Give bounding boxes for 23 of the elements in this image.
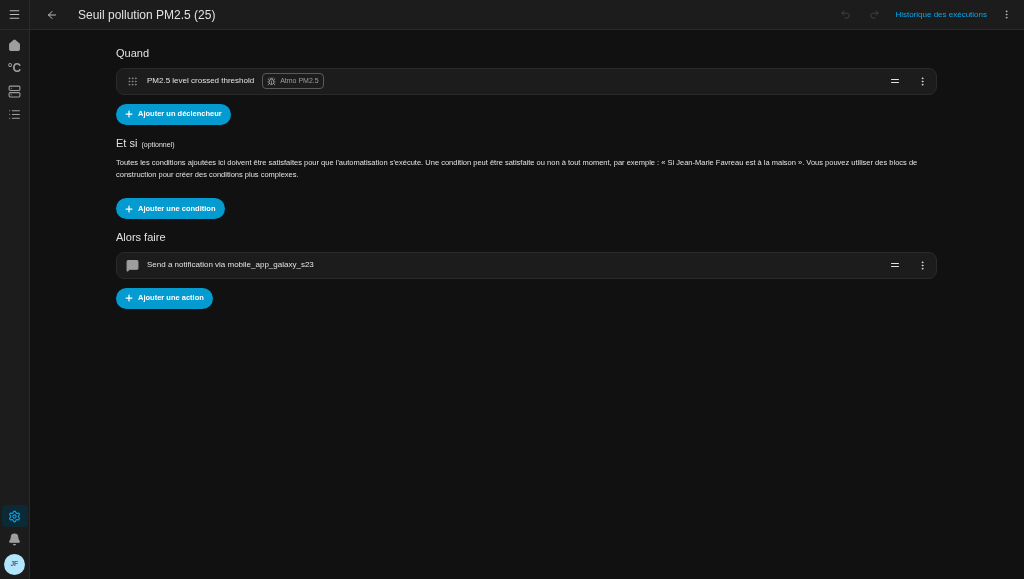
- section-title: Quand: [116, 46, 150, 61]
- home-icon: [8, 38, 21, 52]
- section-title: Et si: [116, 135, 138, 151]
- sidebar-item[interactable]: [1, 505, 28, 527]
- bug-icon: [267, 76, 277, 86]
- plus-icon: [124, 203, 134, 214]
- item-label: PM2.5 level crossed threshold: [147, 75, 255, 87]
- grid-icon: [126, 75, 138, 87]
- page-title: Seuil pollution PM2.5 (25): [78, 6, 216, 24]
- list-icon: [8, 107, 21, 121]
- settings-icon: [8, 509, 21, 523]
- plus-icon: [124, 293, 134, 303]
- back-icon[interactable]: [46, 8, 58, 21]
- sidebar-item[interactable]: °C: [1, 57, 28, 79]
- section-title: Alors faire: [116, 230, 166, 245]
- bell-icon: [8, 532, 21, 546]
- plus-icon: [124, 109, 134, 119]
- item-label: Send a notification via mobile_app_galaxy_s23: [147, 259, 314, 271]
- message-icon: [125, 258, 139, 272]
- automation-item[interactable]: Send a notification via mobile_app_galaxy_s23: [116, 251, 937, 279]
- menu-icon[interactable]: [8, 8, 21, 21]
- server-icon: [8, 84, 21, 98]
- history-link[interactable]: Historique des exécutions: [895, 8, 987, 21]
